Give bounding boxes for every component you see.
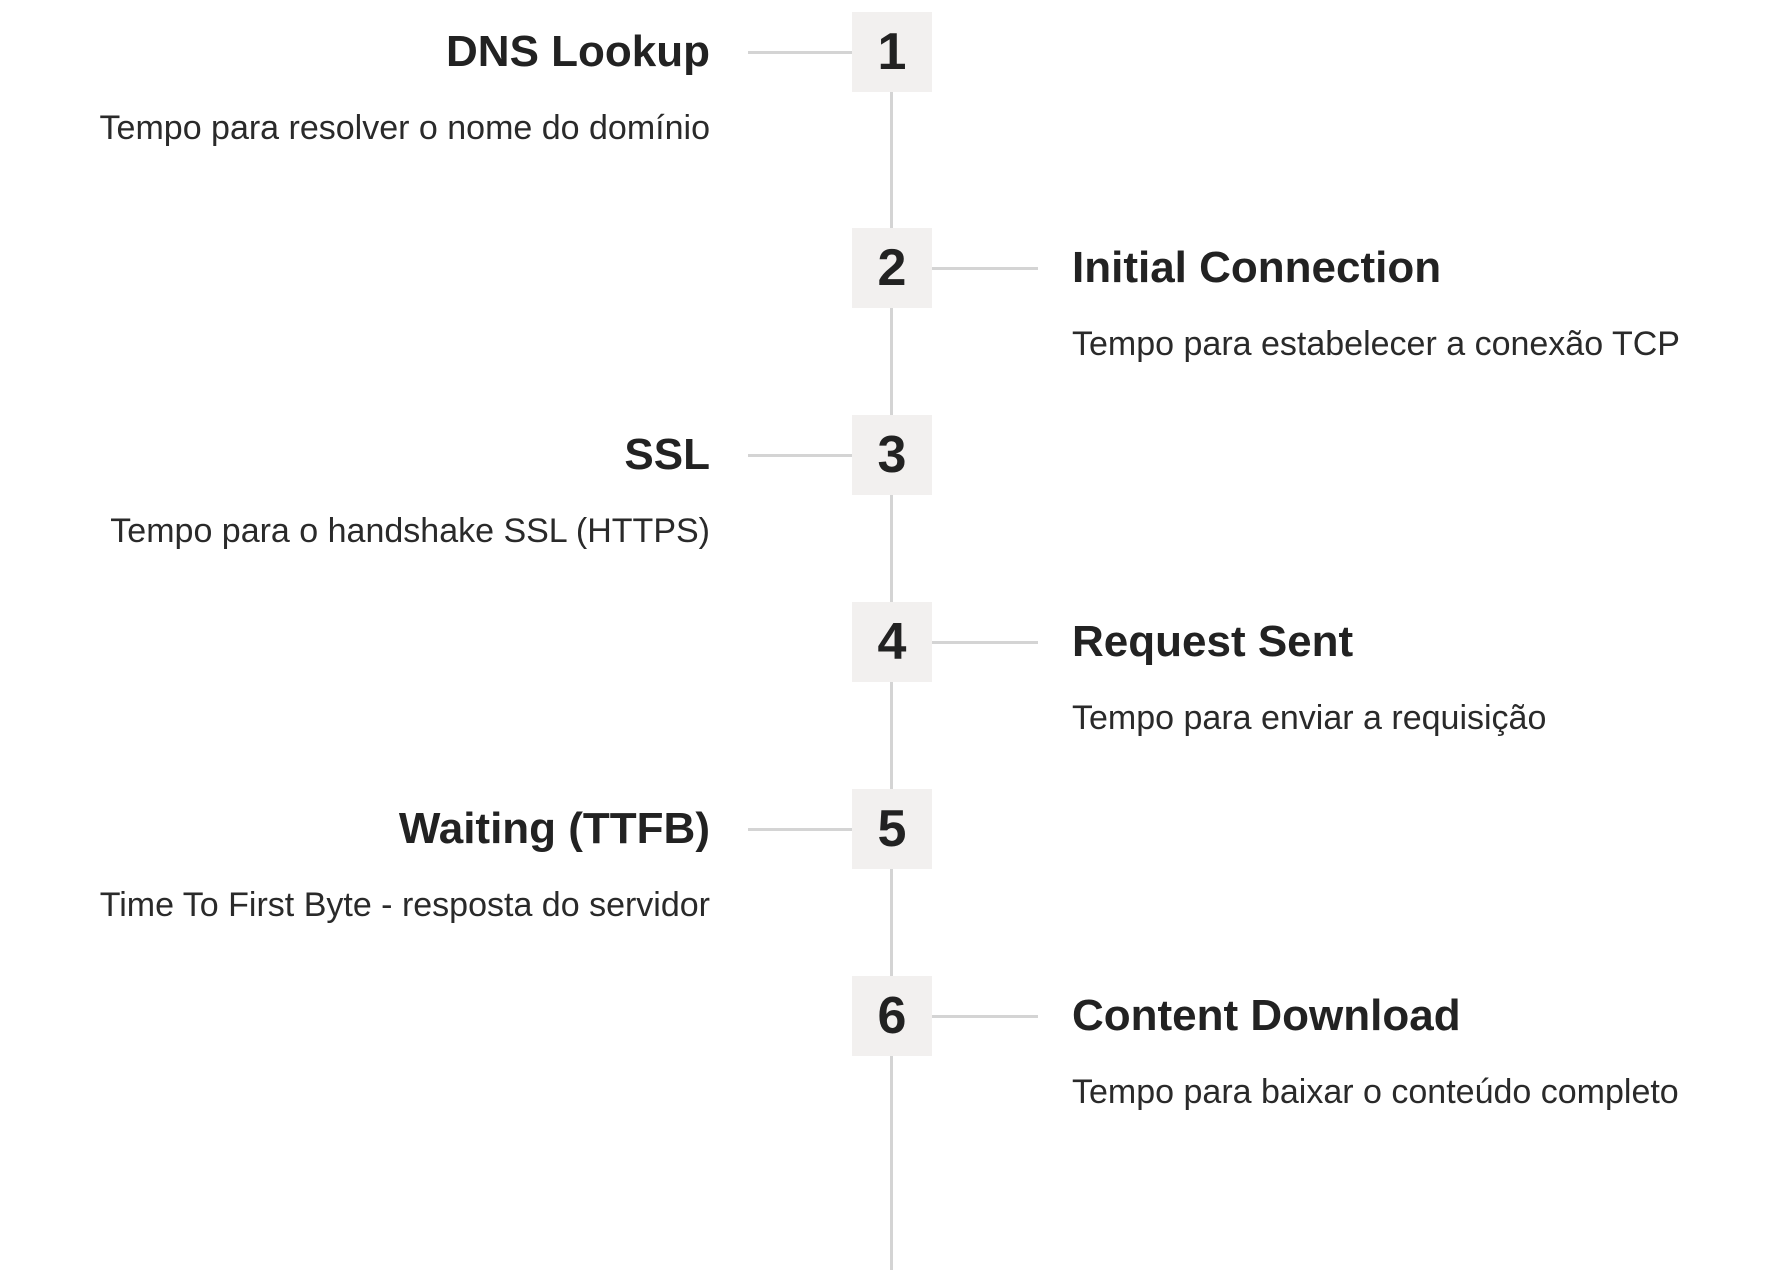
step-description: Tempo para enviar a requisição (1072, 699, 1547, 737)
step-title: Request Sent (1072, 617, 1354, 666)
step-description: Tempo para o handshake SSL (HTTPS) (110, 512, 710, 550)
step-connector (748, 51, 852, 54)
step-title: DNS Lookup (446, 27, 710, 76)
step-number-badge: 1 (852, 12, 932, 92)
timeline-step-initial-connection: 2 Initial Connection Tempo para estabele… (0, 228, 1768, 363)
step-connector (748, 454, 852, 457)
step-title: Content Download (1072, 991, 1461, 1040)
step-number-badge: 3 (852, 415, 932, 495)
timeline-step-content-download: 6 Content Download Tempo para baixar o c… (0, 976, 1768, 1111)
step-connector (932, 641, 1038, 644)
step-number-badge: 4 (852, 602, 932, 682)
step-connector (932, 267, 1038, 270)
step-title: Waiting (TTFB) (398, 804, 710, 853)
step-number-badge: 5 (852, 789, 932, 869)
step-description: Tempo para resolver o nome do domínio (99, 109, 710, 147)
step-number-badge: 2 (852, 228, 932, 308)
step-title: SSL (624, 430, 710, 479)
timeline-step-waiting-ttfb: Waiting (TTFB) Time To First Byte - resp… (0, 789, 1768, 924)
step-connector (932, 1015, 1038, 1018)
step-description: Tempo para estabelecer a conexão TCP (1072, 325, 1680, 363)
step-connector (748, 828, 852, 831)
step-description: Time To First Byte - resposta do servido… (99, 886, 710, 924)
timeline-step-dns-lookup: DNS Lookup Tempo para resolver o nome do… (0, 12, 1768, 147)
step-description: Tempo para baixar o conteúdo completo (1072, 1073, 1679, 1111)
timeline-step-request-sent: 4 Request Sent Tempo para enviar a requi… (0, 602, 1768, 737)
timeline-step-ssl: SSL Tempo para o handshake SSL (HTTPS) 3 (0, 415, 1768, 550)
step-title: Initial Connection (1072, 243, 1442, 292)
step-number-badge: 6 (852, 976, 932, 1056)
